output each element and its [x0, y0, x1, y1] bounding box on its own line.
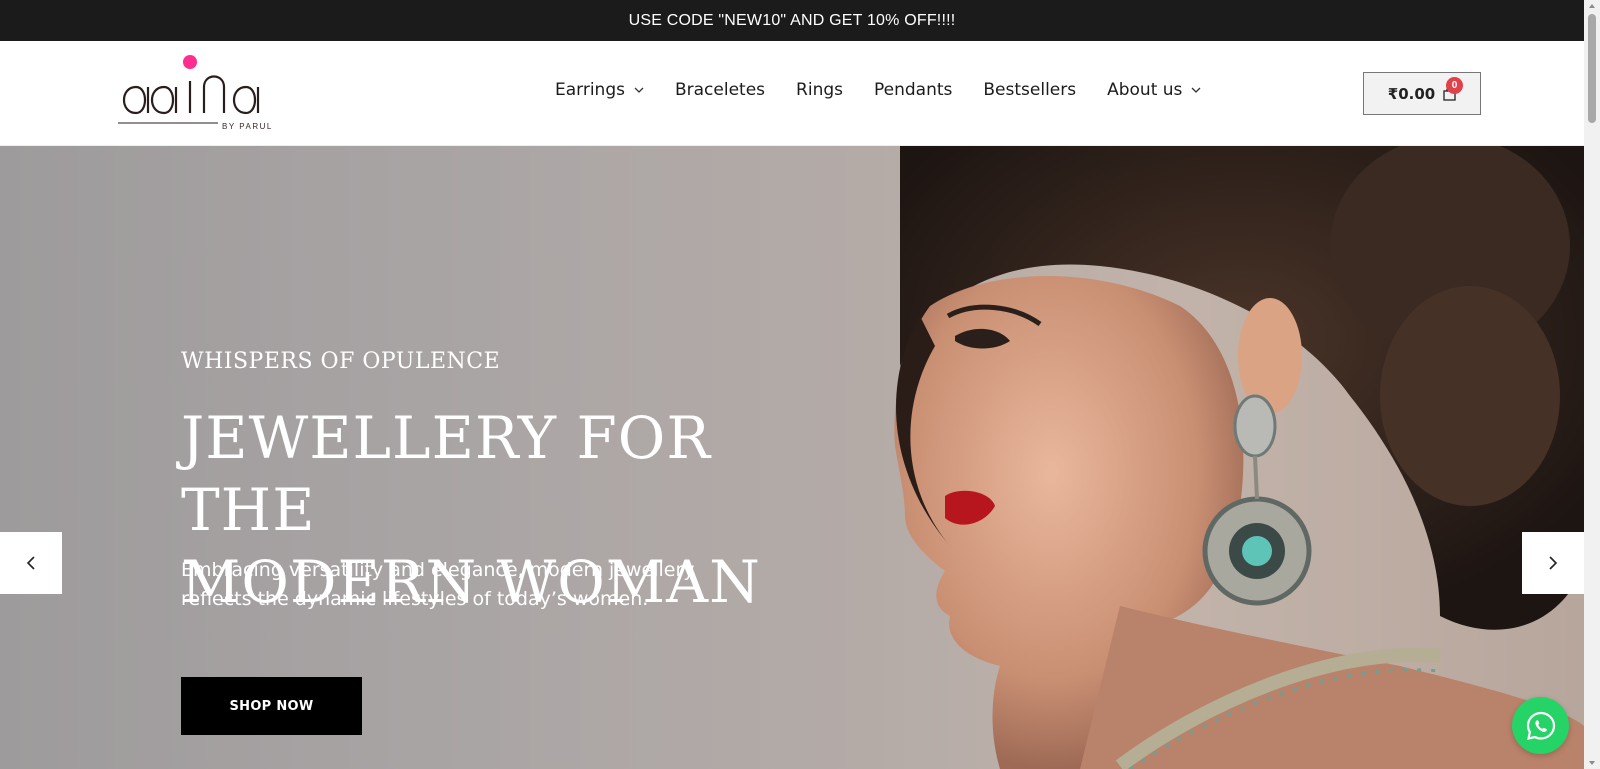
nav-pendants[interactable]: Pendants [874, 80, 952, 100]
nav-label: Earrings [555, 80, 625, 100]
nav-label: Rings [796, 80, 843, 100]
nav-label: Braceletes [674, 80, 766, 100]
nav-bestsellers[interactable]: Bestsellers [983, 80, 1076, 100]
nav-label: Bestsellers [983, 80, 1077, 100]
hero-title-line-1: JEWELLERY FOR THE [181, 404, 711, 544]
chevron-left-icon [26, 556, 35, 570]
logo-mark [118, 55, 260, 124]
site-header: BY PARUL Earrings Braceletes Rings Penda… [0, 41, 1584, 146]
scroll-up-icon[interactable] [1588, 2, 1596, 10]
carousel-next-button[interactable] [1522, 532, 1584, 594]
brand-logo[interactable]: BY PARUL [118, 51, 278, 136]
nav-label: About us [1107, 80, 1183, 100]
cart-total: ₹0.00 [1387, 84, 1436, 103]
announcement-bar: USE CODE "NEW10" AND GET 10% OFF!!!! [0, 0, 1584, 41]
whatsapp-chat-button[interactable] [1512, 697, 1569, 754]
hero-description: Embracing versatility and elegance, mode… [181, 559, 695, 610]
chevron-right-icon [1549, 556, 1558, 570]
nav-earrings[interactable]: Earrings [555, 80, 644, 100]
nav-braceletes[interactable]: Braceletes [675, 80, 765, 100]
whatsapp-icon [1526, 711, 1555, 740]
logo-subtitle: BY PARUL [222, 122, 273, 131]
nav-label: Pendants [874, 80, 953, 100]
cart-count-badge: 0 [1446, 77, 1463, 94]
nav-about-us[interactable]: About us [1107, 80, 1201, 100]
announcement-text: USE CODE "NEW10" AND GET 10% OFF!!!! [628, 11, 956, 29]
chevron-down-icon [634, 87, 644, 93]
carousel-prev-button[interactable] [0, 532, 62, 594]
hero-slider: WHISPERS OF OPULENCE JEWELLERY FOR THE M… [0, 146, 1584, 769]
scroll-down-icon[interactable] [1588, 759, 1596, 767]
chevron-down-icon [1191, 87, 1201, 93]
page-scrollbar[interactable] [1584, 0, 1600, 769]
scrollbar-thumb[interactable] [1588, 14, 1596, 123]
cart-button[interactable]: ₹0.00 0 [1363, 72, 1481, 115]
shop-now-button[interactable]: SHOP NOW [181, 677, 362, 735]
nav-rings[interactable]: Rings [796, 80, 843, 100]
hero-eyebrow: WHISPERS OF OPULENCE [181, 349, 501, 374]
main-navigation: Earrings Braceletes Rings Pendants Bests… [555, 80, 1232, 100]
